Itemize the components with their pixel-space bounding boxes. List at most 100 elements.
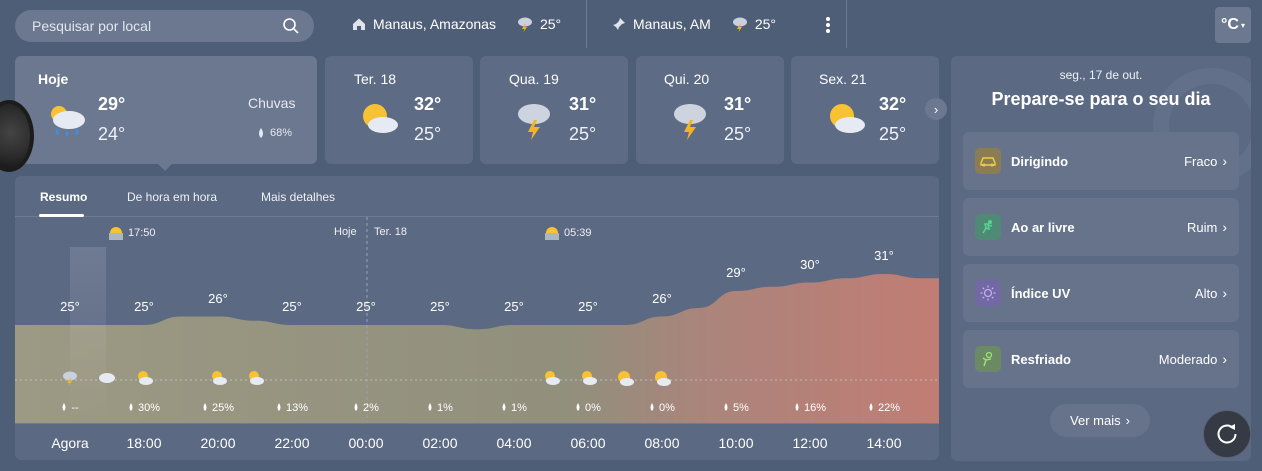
divider	[846, 0, 847, 48]
more-options-icon[interactable]	[820, 14, 836, 36]
time-label: 12:00	[792, 435, 828, 451]
time-axis: Agora 18:00 20:00 22:00 00:00 02:00 04:00 06:00…	[15, 423, 939, 460]
forecast-card[interactable]: Qua. 19 31° 25°	[480, 56, 628, 164]
car-icon	[975, 148, 1001, 174]
precip-chance: 0%	[551, 402, 625, 414]
divider	[586, 0, 587, 48]
rain-cloud-icon	[51, 106, 85, 137]
activity-cold[interactable]: Resfriado Moderado ›	[963, 330, 1239, 388]
precip-value: 0%	[585, 402, 601, 414]
pin-icon	[613, 18, 625, 30]
temperature-label: 25°	[504, 299, 524, 314]
refresh-button[interactable]	[1203, 410, 1251, 458]
tomorrow-marker: Ter. 18	[374, 226, 408, 238]
forecast-lo: 25°	[414, 124, 442, 144]
activity-value: Fraco	[1184, 153, 1218, 169]
tab-details[interactable]: Mais detalhes	[261, 190, 335, 204]
activity-outdoor[interactable]: Ao ar livre Ruim ›	[963, 198, 1239, 256]
forecast-day-label: Hoje	[38, 71, 69, 87]
partly-cloudy-icon	[655, 371, 671, 386]
droplet-icon	[259, 128, 263, 138]
forecast-day-label: Qua. 19	[509, 71, 559, 87]
cloud-icon	[99, 373, 115, 383]
sunrise-icon	[545, 227, 559, 240]
forecast-card-today[interactable]: Hoje 29° 24° Chuvas 68%	[15, 56, 317, 164]
tab-bar: Resumo De hora em hora Mais detalhes	[15, 176, 939, 217]
forecast-hi: 29°	[98, 94, 126, 114]
time-label: 02:00	[422, 435, 458, 451]
search-box[interactable]	[15, 10, 314, 42]
droplet-icon	[62, 403, 66, 411]
precip-chance: 0%	[625, 402, 699, 414]
precip-chance: 30%	[107, 402, 181, 414]
activity-driving[interactable]: Dirigindo Fraco ›	[963, 132, 1239, 190]
running-icon	[975, 214, 1001, 240]
precip-value: 16%	[803, 402, 827, 414]
search-input[interactable]	[32, 18, 282, 34]
temperature-label: 26°	[208, 290, 228, 306]
refresh-icon	[1217, 424, 1237, 444]
rain-label: Chuvas	[248, 95, 296, 111]
today-marker: Hoje	[334, 226, 357, 238]
precip-value: 2%	[363, 402, 379, 414]
droplet-icon	[724, 403, 728, 411]
thunderstorm-icon	[518, 104, 550, 140]
droplet-icon	[428, 403, 432, 411]
precip-value: 1%	[437, 402, 453, 414]
forecast-lo: 25°	[569, 124, 597, 144]
partly-cloudy-icon	[363, 104, 398, 133]
activity-uv[interactable]: Índice UV Alto ›	[963, 264, 1239, 322]
time-label: 20:00	[200, 435, 236, 451]
time-label: 00:00	[348, 435, 384, 451]
temperature-label: 31°	[874, 248, 894, 263]
rain-chance-value: 68%	[270, 127, 293, 139]
precip-chance: 1%	[403, 402, 477, 414]
temperature-chart	[15, 217, 939, 423]
unit-selector[interactable]: °C ▾	[1215, 7, 1251, 43]
partly-cloudy-night-icon	[212, 371, 227, 385]
prepare-title: Prepare-se para o seu dia	[991, 89, 1211, 109]
precip-chance: 1%	[477, 402, 551, 414]
time-label: 10:00	[718, 435, 754, 451]
temperature-label: 25°	[282, 299, 302, 314]
see-more-label: Ver mais	[1070, 413, 1121, 428]
activity-label: Ao ar livre	[1011, 219, 1075, 235]
activity-value: Moderado	[1158, 351, 1218, 367]
next-days-button[interactable]: ›	[925, 98, 947, 120]
droplet-icon	[869, 403, 873, 411]
precip-value: 13%	[285, 402, 309, 414]
sunset-marker: 17:50	[109, 226, 156, 240]
chevron-right-icon: ›	[1125, 413, 1130, 428]
precip-chance: 16%	[773, 402, 847, 414]
precip-chance: --	[33, 402, 107, 414]
search-icon[interactable]	[282, 17, 300, 35]
precip-chance: 5%	[699, 402, 773, 414]
forecast-day-label: Ter. 18	[354, 71, 397, 87]
tab-hourly[interactable]: De hora em hora	[127, 190, 217, 204]
unit-label: °C	[1221, 16, 1239, 33]
activity-label: Dirigindo	[1011, 153, 1069, 169]
forecast-day-label: Sex. 21	[819, 71, 867, 87]
temperature-label: 26°	[652, 290, 672, 306]
droplet-icon	[203, 403, 207, 411]
partly-cloudy-night-icon	[545, 371, 560, 385]
precip-value: 0%	[659, 402, 675, 414]
forecast-card[interactable]: Sex. 21 32° 25°	[791, 56, 939, 164]
see-more-button[interactable]: Ver mais ›	[1050, 404, 1150, 437]
temperature-label: 29°	[726, 265, 746, 280]
top-bar: Manaus, Amazonas 25° Manaus, AM 25° °C▾	[0, 0, 1262, 52]
location-home[interactable]: Manaus, Amazonas 25°	[352, 16, 561, 32]
sneeze-icon	[975, 346, 1001, 372]
temperature-label: 30°	[800, 256, 820, 272]
tab-summary[interactable]: Resumo	[40, 190, 87, 204]
chevron-right-icon: ›	[1222, 153, 1227, 169]
card-notch	[156, 162, 174, 171]
temperature-label: 25°	[578, 299, 598, 314]
location-pinned[interactable]: Manaus, AM 25°	[612, 16, 776, 32]
forecast-card[interactable]: Qui. 20 31° 25°	[636, 56, 784, 164]
time-label: 08:00	[644, 435, 680, 451]
partly-cloudy-night-icon	[582, 371, 597, 385]
now-marker	[70, 247, 106, 423]
forecast-card[interactable]: Ter. 18 32° 25°	[325, 56, 473, 164]
sun-icon	[975, 280, 1001, 306]
